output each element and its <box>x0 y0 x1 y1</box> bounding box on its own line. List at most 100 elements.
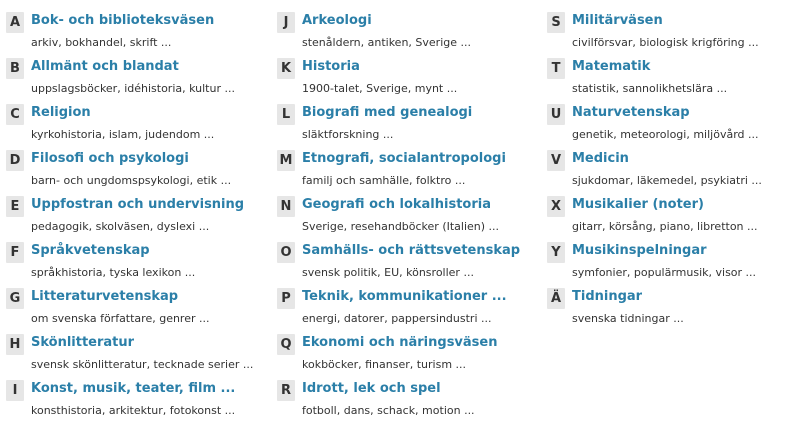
category-description: statistik, sannolikhetslära ... <box>572 82 728 95</box>
category-link[interactable]: Arkeologi <box>302 13 372 28</box>
category-item: V Medicin sjukdomar, läkemedel, psykiatr… <box>547 150 792 196</box>
category-link[interactable]: Språkvetenskap <box>31 243 150 258</box>
category-link[interactable]: Teknik, kommunikationer ... <box>302 289 507 304</box>
category-item: F Språkvetenskap språkhistoria, tyska le… <box>6 242 268 288</box>
category-description: Sverige, resehandböcker (Italien) ... <box>302 220 500 233</box>
category-letter-badge: E <box>6 196 24 217</box>
category-link[interactable]: Litteraturvetenskap <box>31 289 178 304</box>
category-letter-badge: O <box>277 242 295 263</box>
category-letter-badge: V <box>547 150 565 171</box>
category-description: konsthistoria, arkitektur, fotokonst ... <box>31 404 236 417</box>
category-letter-badge: Q <box>277 334 295 355</box>
category-link[interactable]: Samhälls- och rättsvetenskap <box>302 243 520 258</box>
category-letter-badge: G <box>6 288 24 309</box>
category-item: D Filosofi och psykologi barn- och ungdo… <box>6 150 268 196</box>
category-description: svensk politik, EU, könsroller ... <box>302 266 474 279</box>
category-description: arkiv, bokhandel, skrift ... <box>31 36 172 49</box>
category-link[interactable]: Uppfostran och undervisning <box>31 197 244 212</box>
category-description: pedagogik, skolväsen, dyslexi ... <box>31 220 210 233</box>
category-letter-badge: D <box>6 150 24 171</box>
category-item: H Skönlitteratur svensk skönlitteratur, … <box>6 334 268 380</box>
category-column-2: J Arkeologi stenåldern, antiken, Sverige… <box>277 12 539 426</box>
category-link[interactable]: Medicin <box>572 151 629 166</box>
category-description: språkhistoria, tyska lexikon ... <box>31 266 196 279</box>
category-item: G Litteraturvetenskap om svenska författ… <box>6 288 268 334</box>
category-letter-badge: Ä <box>547 288 565 309</box>
category-link[interactable]: Ekonomi och näringsväsen <box>302 335 498 350</box>
category-column-3: S Militärväsen civilförsvar, biologisk k… <box>547 12 792 334</box>
category-letter-badge: S <box>547 12 565 33</box>
category-letter-badge: N <box>277 196 295 217</box>
category-letter-badge: Y <box>547 242 565 263</box>
category-item: A Bok- och biblioteksväsen arkiv, bokhan… <box>6 12 268 58</box>
category-item: T Matematik statistik, sannolikhetslära … <box>547 58 792 104</box>
category-item: R Idrott, lek och spel fotboll, dans, sc… <box>277 380 539 426</box>
category-column-1: A Bok- och biblioteksväsen arkiv, bokhan… <box>6 12 268 426</box>
category-letter-badge: L <box>277 104 295 125</box>
category-description: gitarr, körsång, piano, libretton ... <box>572 220 758 233</box>
category-description: kokböcker, finanser, turism ... <box>302 358 467 371</box>
category-letter-badge: R <box>277 380 295 401</box>
category-item: Y Musikinspelningar symfonier, populärmu… <box>547 242 792 288</box>
category-link[interactable]: Skönlitteratur <box>31 335 134 350</box>
category-link[interactable]: Bok- och biblioteksväsen <box>31 13 214 28</box>
category-link[interactable]: Tidningar <box>572 289 642 304</box>
category-item: J Arkeologi stenåldern, antiken, Sverige… <box>277 12 539 58</box>
category-item: U Naturvetenskap genetik, meteorologi, m… <box>547 104 792 150</box>
category-item: Ä Tidningar svenska tidningar ... <box>547 288 792 334</box>
category-letter-badge: K <box>277 58 295 79</box>
category-description: 1900-talet, Sverige, mynt ... <box>302 82 458 95</box>
category-description: svenska tidningar ... <box>572 312 684 325</box>
category-item: B Allmänt och blandat uppslagsböcker, id… <box>6 58 268 104</box>
category-item: S Militärväsen civilförsvar, biologisk k… <box>547 12 792 58</box>
category-description: genetik, meteorologi, miljövård ... <box>572 128 759 141</box>
category-letter-badge: M <box>277 150 295 171</box>
category-description: uppslagsböcker, idéhistoria, kultur ... <box>31 82 235 95</box>
category-link[interactable]: Religion <box>31 105 91 120</box>
category-item: M Etnografi, socialantropologi familj oc… <box>277 150 539 196</box>
category-letter-badge: U <box>547 104 565 125</box>
category-description: energi, datorer, pappersindustri ... <box>302 312 492 325</box>
category-link[interactable]: Geografi och lokalhistoria <box>302 197 491 212</box>
category-description: om svenska författare, genrer ... <box>31 312 210 325</box>
category-link[interactable]: Allmänt och blandat <box>31 59 179 74</box>
category-link[interactable]: Matematik <box>572 59 650 74</box>
category-letter-badge: H <box>6 334 24 355</box>
category-link[interactable]: Militärväsen <box>572 13 663 28</box>
category-item: I Konst, musik, teater, film ... konsthi… <box>6 380 268 426</box>
category-description: stenåldern, antiken, Sverige ... <box>302 36 471 49</box>
category-link[interactable]: Etnografi, socialantropologi <box>302 151 506 166</box>
category-description: barn- och ungdomspsykologi, etik ... <box>31 174 232 187</box>
category-item: K Historia 1900-talet, Sverige, mynt ... <box>277 58 539 104</box>
category-letter-badge: I <box>6 380 24 401</box>
category-letter-badge: C <box>6 104 24 125</box>
category-letter-badge: B <box>6 58 24 79</box>
category-link[interactable]: Musikinspelningar <box>572 243 707 258</box>
category-link[interactable]: Konst, musik, teater, film ... <box>31 381 235 396</box>
category-description: symfonier, populärmusik, visor ... <box>572 266 757 279</box>
category-link[interactable]: Historia <box>302 59 360 74</box>
category-link[interactable]: Musikalier (noter) <box>572 197 704 212</box>
category-description: svensk skönlitteratur, tecknade serier .… <box>31 358 254 371</box>
category-link[interactable]: Naturvetenskap <box>572 105 690 120</box>
category-item: X Musikalier (noter) gitarr, körsång, pi… <box>547 196 792 242</box>
category-description: familj och samhälle, folktro ... <box>302 174 466 187</box>
category-item: O Samhälls- och rättsvetenskap svensk po… <box>277 242 539 288</box>
category-letter-badge: F <box>6 242 24 263</box>
category-letter-badge: A <box>6 12 24 33</box>
category-item: P Teknik, kommunikationer ... energi, da… <box>277 288 539 334</box>
category-description: kyrkohistoria, islam, judendom ... <box>31 128 215 141</box>
category-item: L Biografi med genealogi släktforskning … <box>277 104 539 150</box>
category-link[interactable]: Idrott, lek och spel <box>302 381 441 396</box>
category-description: sjukdomar, läkemedel, psykiatri ... <box>572 174 762 187</box>
category-item: Q Ekonomi och näringsväsen kokböcker, fi… <box>277 334 539 380</box>
category-letter-badge: T <box>547 58 565 79</box>
category-link[interactable]: Biografi med genealogi <box>302 105 472 120</box>
category-letter-badge: P <box>277 288 295 309</box>
category-link[interactable]: Filosofi och psykologi <box>31 151 189 166</box>
category-letter-badge: X <box>547 196 565 217</box>
category-item: E Uppfostran och undervisning pedagogik,… <box>6 196 268 242</box>
category-item: C Religion kyrkohistoria, islam, judendo… <box>6 104 268 150</box>
category-letter-badge: J <box>277 12 295 33</box>
category-item: N Geografi och lokalhistoria Sverige, re… <box>277 196 539 242</box>
